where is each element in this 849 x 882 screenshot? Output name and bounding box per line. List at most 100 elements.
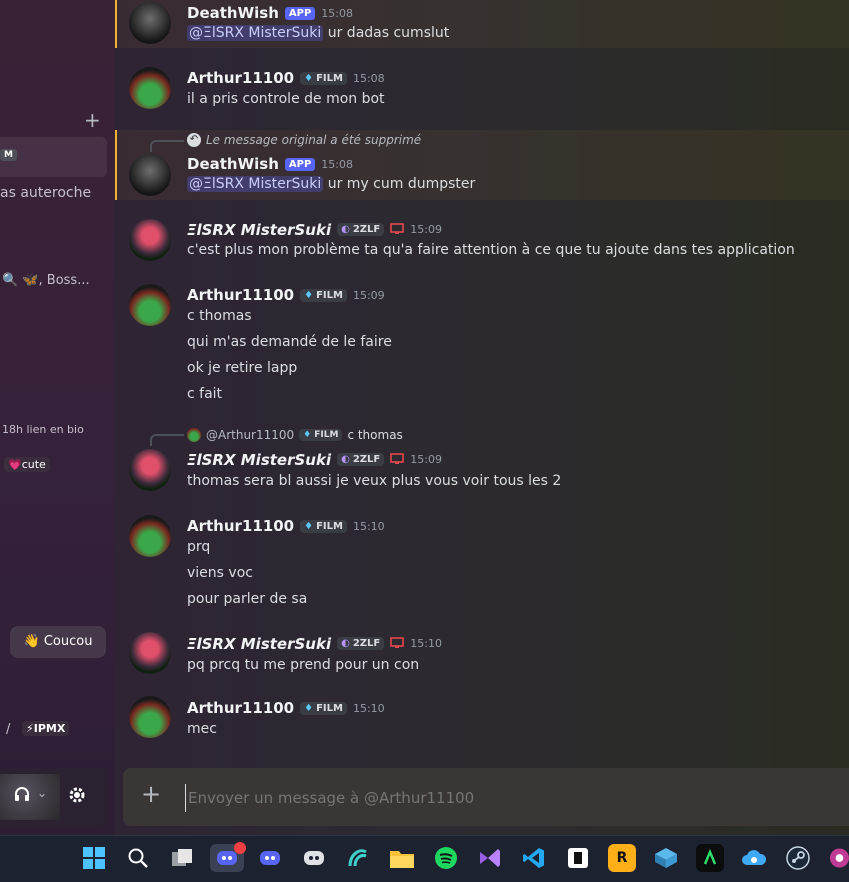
reply-preview[interactable]: ↶ Le message original a été supprimé <box>187 133 421 147</box>
chevron-down-icon[interactable]: ⌄ <box>37 786 47 800</box>
message-input[interactable] <box>185 784 830 812</box>
message-content: @ΞlSRX MisterSuki ur my cum dumpster <box>187 176 476 192</box>
status-text: 18h lien en bio <box>2 423 84 436</box>
monitor-icon <box>390 450 405 469</box>
reply-spine <box>150 140 184 152</box>
message-item: ΞlSRX MisterSuki ◐ 2ZLF 15:10 pq prcq tu … <box>115 626 849 682</box>
add-dm-button[interactable]: + <box>84 108 101 132</box>
message-item: ↶ Le message original a été supprimé Dea… <box>115 130 849 200</box>
reply-spine <box>150 434 184 446</box>
guild-tag: ♦ FILM <box>299 429 343 441</box>
app-icon[interactable] <box>828 844 849 872</box>
message-content: pour parler de sa <box>187 591 308 607</box>
search-icon[interactable] <box>124 844 152 872</box>
message-content: c thomas <box>187 308 252 324</box>
guild-tag: ♦ FILM <box>300 71 347 85</box>
message-content: prq <box>187 539 211 555</box>
message-content: pq prcq tu me prend pour un con <box>187 657 420 673</box>
guild-tag: ◐ 2ZLF <box>337 223 385 236</box>
reply-arrow-icon: ↶ <box>187 133 201 147</box>
author-name[interactable]: ΞlSRX MisterSuki <box>187 635 331 653</box>
diamond-icon: ♦ <box>304 702 314 714</box>
reply-preview[interactable]: @Arthur11100 ♦ FILM c thomas <box>187 428 403 442</box>
avatar[interactable] <box>129 515 171 557</box>
discord-canary-icon[interactable] <box>300 844 328 872</box>
author-name[interactable]: ΞlSRX MisterSuki <box>187 451 331 469</box>
dm-item-selected[interactable]: M <box>0 137 107 177</box>
headset-icon[interactable] <box>12 784 32 808</box>
wave-app-icon[interactable] <box>344 844 372 872</box>
app-badge: APP <box>284 157 316 171</box>
author-name[interactable]: Arthur11100 <box>187 286 294 304</box>
folder-icon[interactable] <box>388 844 416 872</box>
timestamp: 15:10 <box>352 519 385 533</box>
timestamp: 15:10 <box>352 701 385 715</box>
diamond-icon: ♦ <box>304 289 314 301</box>
message-item: Arthur11100 ♦ FILM 15:10 mec <box>115 692 849 748</box>
spotify-icon[interactable] <box>432 844 460 872</box>
author-name[interactable]: DeathWish <box>187 4 279 22</box>
avatar[interactable] <box>129 696 171 738</box>
visual-studio-icon[interactable] <box>476 844 504 872</box>
author-name[interactable]: Arthur11100 <box>187 517 294 535</box>
user-mention[interactable]: @ΞlSRX MisterSuki <box>187 176 324 192</box>
avatar[interactable] <box>129 449 171 491</box>
taskbar: 1 R <box>0 835 849 882</box>
dm-item-label[interactable]: 🔍 🦋, Boss... <box>2 273 90 288</box>
message-item: Arthur11100 ♦ FILM 15:08 il a pris contro… <box>115 62 849 112</box>
message-content: thomas sera bl aussi je veux plus vous v… <box>187 473 562 489</box>
avatar[interactable] <box>129 632 171 674</box>
avatar[interactable] <box>129 2 171 44</box>
timestamp: 15:08 <box>321 6 353 20</box>
guild-tag: ♦ FILM <box>300 519 347 533</box>
timestamp: 15:09 <box>352 288 385 302</box>
guild-tag: ♦ FILM <box>300 288 347 302</box>
avatar[interactable] <box>129 284 171 326</box>
timestamp: 15:10 <box>410 637 442 650</box>
message-content: @ΞlSRX MisterSuki ur dadas cumslut <box>187 25 450 41</box>
chat-area: DeathWish APP 15:08 @ΞlSRX MisterSuki ur… <box>115 0 849 835</box>
discord-ptb-icon[interactable] <box>256 844 284 872</box>
steam-icon[interactable] <box>784 844 812 872</box>
message-content: mec <box>187 721 217 737</box>
monitor-icon <box>390 634 405 653</box>
notification-badge: 1 <box>234 842 246 854</box>
guild-tag: ♦ FILM <box>300 701 347 715</box>
timestamp: 15:09 <box>410 453 442 466</box>
timestamp: 15:09 <box>410 223 442 236</box>
avatar[interactable] <box>129 154 171 196</box>
terminal-icon[interactable] <box>696 844 724 872</box>
windows-start-icon[interactable] <box>80 844 108 872</box>
author-name[interactable]: DeathWish <box>187 155 279 173</box>
rockstar-launcher-icon[interactable]: R <box>608 844 636 872</box>
author-name[interactable]: Arthur11100 <box>187 69 294 87</box>
timestamp: 15:08 <box>321 157 353 171</box>
cute-badge: 💗cute <box>4 457 50 472</box>
coucou-button[interactable]: 👋 Coucou <box>10 626 106 658</box>
author-name[interactable]: ΞlSRX MisterSuki <box>187 221 331 239</box>
dm-item-label[interactable]: as auteroche <box>0 185 91 201</box>
moon-icon: ◐ <box>341 224 350 235</box>
message-composer: + <box>123 768 849 826</box>
status-badge: M <box>0 149 17 161</box>
author-name[interactable]: Arthur11100 <box>187 699 294 717</box>
avatar[interactable] <box>129 67 171 109</box>
moon-icon: ◐ <box>341 454 350 465</box>
message-content: il a pris controle de mon bot <box>187 91 385 107</box>
message-item: DeathWish APP 15:08 @ΞlSRX MisterSuki ur… <box>115 0 849 48</box>
discord-app-icon[interactable]: 1 <box>210 842 246 872</box>
avatar[interactable] <box>129 219 171 261</box>
cloud-sync-icon[interactable] <box>740 844 768 872</box>
vscode-icon[interactable] <box>520 844 548 872</box>
app-badge: APP <box>284 6 316 20</box>
ipmx-badge: ⚡IPMX <box>22 721 70 736</box>
moon-icon: ◐ <box>341 638 350 649</box>
notion-icon[interactable] <box>564 844 592 872</box>
add-attachment-button[interactable]: + <box>141 780 161 808</box>
gear-icon[interactable] <box>67 785 87 809</box>
avatar <box>187 428 201 442</box>
user-mention[interactable]: @ΞlSRX MisterSuki <box>187 25 324 41</box>
task-view-icon[interactable] <box>168 844 196 872</box>
virtualbox-icon[interactable] <box>652 844 680 872</box>
guild-tag: ◐ 2ZLF <box>337 637 385 650</box>
